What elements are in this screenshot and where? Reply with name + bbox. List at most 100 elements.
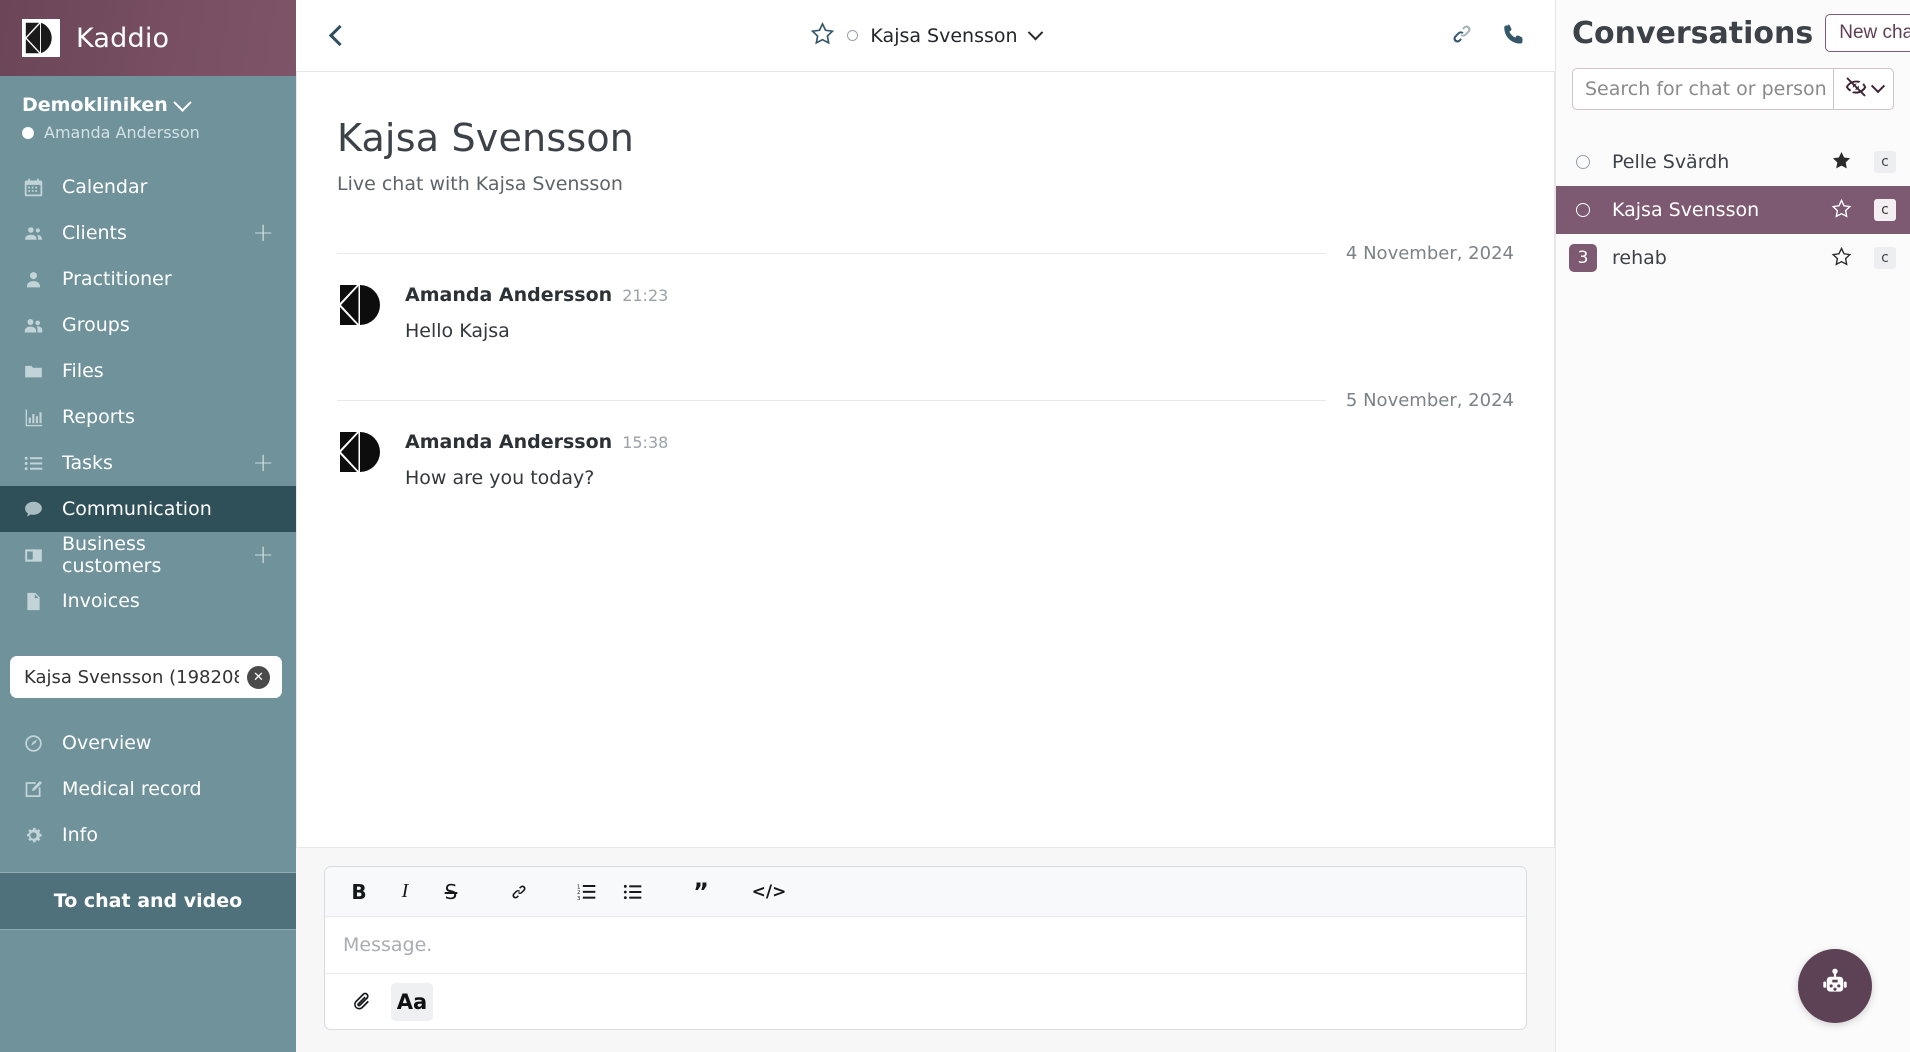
message-body: Amanda Andersson 21:23 Hello Kajsa <box>405 282 668 342</box>
sidebar-item-clients[interactable]: Clients + <box>0 210 296 256</box>
brand-header[interactable]: Kaddio <box>0 0 296 76</box>
message-author: Amanda Andersson <box>405 284 613 306</box>
sidebar-item-label: Groups <box>62 314 130 336</box>
kaddio-avatar-icon <box>337 429 383 475</box>
chevron-left-icon[interactable] <box>328 24 351 47</box>
conversation-tag: c <box>1874 151 1896 173</box>
message-header: Amanda Andersson 15:38 <box>405 431 668 453</box>
folder-icon <box>22 360 44 382</box>
date-separator: 5 November, 2024 <box>337 390 1514 411</box>
sidebar-item-label: Reports <box>62 406 135 428</box>
conversations-search-row: Search for chat or person <box>1572 68 1894 110</box>
eye-slash-icon <box>1844 75 1868 103</box>
list-icon <box>22 452 44 474</box>
sidebar-item-tasks[interactable]: Tasks + <box>0 440 296 486</box>
sidebar-item-info[interactable]: Info <box>0 812 296 858</box>
star-outline-icon[interactable] <box>1831 246 1852 271</box>
star-filled-icon[interactable] <box>1831 150 1852 175</box>
message-list: Kajsa Svensson Live chat with Kajsa Sven… <box>297 72 1554 489</box>
code-icon[interactable]: </> <box>749 873 789 911</box>
clients-icon <box>22 222 44 244</box>
selected-client-label: Kajsa Svensson (1982081· <box>24 666 239 688</box>
add-business-customer-button[interactable]: + <box>252 542 274 568</box>
chat-header: Kajsa Svensson <box>296 0 1555 72</box>
message-composer: B I S 123 ” </> Message. Aa <box>324 866 1527 1030</box>
sidebar-item-invoices[interactable]: Invoices <box>0 578 296 624</box>
org-name: Demokliniken <box>22 94 168 116</box>
sidebar-item-reports[interactable]: Reports <box>0 394 296 440</box>
chevron-down-icon <box>173 92 192 112</box>
link-icon[interactable] <box>499 873 539 911</box>
sidebar-item-groups[interactable]: Groups <box>0 302 296 348</box>
unread-badge: 3 <box>1569 244 1597 272</box>
star-outline-icon[interactable] <box>810 21 835 50</box>
sidebar-item-files[interactable]: Files <box>0 348 296 394</box>
sidebar-item-label: Tasks <box>62 452 113 474</box>
sidebar-item-label: Files <box>62 360 104 382</box>
current-user[interactable]: Amanda Andersson <box>22 123 274 142</box>
chat-header-center: Kajsa Svensson <box>296 21 1555 50</box>
org-switcher[interactable]: Demokliniken <box>22 92 274 116</box>
message-text: How are you today? <box>405 467 595 489</box>
kaddio-logo-icon <box>22 19 60 57</box>
document-icon <box>22 590 44 612</box>
sidebar-item-medical-record[interactable]: Medical record <box>0 766 296 812</box>
sidebar-item-label: Business customers <box>62 533 162 577</box>
client-subnav: Overview Medical record Info <box>0 720 296 858</box>
blockquote-icon[interactable]: ” <box>681 873 721 911</box>
sidebar: Kaddio Demokliniken Amanda Andersson Cal… <box>0 0 296 1052</box>
star-outline-icon[interactable] <box>1831 198 1852 223</box>
chart-icon <box>22 406 44 428</box>
status-ring-icon <box>1576 155 1590 169</box>
close-circle-icon[interactable]: ✕ <box>247 665 270 689</box>
to-chat-and-video-button[interactable]: To chat and video <box>0 872 296 930</box>
list-item[interactable]: Pelle Svärdh c <box>1556 138 1910 186</box>
add-client-button[interactable]: + <box>252 220 274 246</box>
status-ring-icon <box>847 30 859 41</box>
composer-wrapper: B I S 123 ” </> Message. Aa <box>296 848 1555 1052</box>
id-card-icon <box>22 544 44 566</box>
italic-icon[interactable]: I <box>385 873 425 911</box>
sidebar-item-practitioner[interactable]: Practitioner <box>0 256 296 302</box>
phone-icon[interactable] <box>1501 21 1527 51</box>
search-input[interactable]: Search for chat or person <box>1572 68 1834 110</box>
selected-client-chip[interactable]: Kajsa Svensson (1982081· ✕ <box>10 656 282 698</box>
sidebar-item-business-customers[interactable]: Business customers + <box>0 532 296 578</box>
conversation-name: rehab <box>1612 247 1667 269</box>
main-nav: Calendar Clients + Practitioner Groups F… <box>0 164 296 624</box>
sidebar-item-label: Communication <box>62 498 212 520</box>
brand-name: Kaddio <box>76 22 170 54</box>
sidebar-item-label: Info <box>62 824 98 846</box>
list-item[interactable]: 3 rehab c <box>1556 234 1910 282</box>
format-toggle-button[interactable]: Aa <box>391 982 433 1021</box>
sidebar-item-communication[interactable]: Communication <box>0 486 296 532</box>
link-icon[interactable] <box>1449 21 1475 51</box>
message-body: Amanda Andersson 15:38 How are you today… <box>405 429 668 489</box>
paperclip-icon[interactable] <box>339 983 381 1021</box>
conversation-name: Pelle Svärdh <box>1612 151 1730 173</box>
bullet-list-icon[interactable] <box>613 873 653 911</box>
sidebar-item-calendar[interactable]: Calendar <box>0 164 296 210</box>
date-separator-label: 4 November, 2024 <box>1345 243 1514 264</box>
ordered-list-icon[interactable]: 123 <box>567 873 607 911</box>
calendar-icon <box>22 176 44 198</box>
gauge-icon <box>22 732 44 754</box>
status-dot-icon <box>22 126 34 139</box>
chat-bubble-icon <box>22 498 44 520</box>
chat-header-name: Kajsa Svensson <box>870 24 1018 47</box>
conversations-panel: Conversations New chat Search for chat o… <box>1555 0 1910 1052</box>
sidebar-item-overview[interactable]: Overview <box>0 720 296 766</box>
new-chat-button[interactable]: New chat <box>1825 14 1910 52</box>
strikethrough-icon[interactable]: S <box>431 873 471 911</box>
assistant-fab-button[interactable] <box>1798 949 1872 1023</box>
message-input[interactable]: Message. <box>325 917 1526 973</box>
bold-icon[interactable]: B <box>339 873 379 911</box>
add-task-button[interactable]: + <box>252 450 274 476</box>
sidebar-item-label: Clients <box>62 222 127 244</box>
list-item[interactable]: Kajsa Svensson c <box>1556 186 1910 234</box>
status-ring-icon <box>1576 203 1590 217</box>
conversation-list: Pelle Svärdh c Kajsa Svensson c 3 rehab … <box>1556 138 1910 282</box>
conversations-filter-button[interactable] <box>1833 68 1894 110</box>
chevron-down-icon[interactable] <box>1027 24 1043 41</box>
conversations-title: Conversations <box>1572 15 1814 51</box>
